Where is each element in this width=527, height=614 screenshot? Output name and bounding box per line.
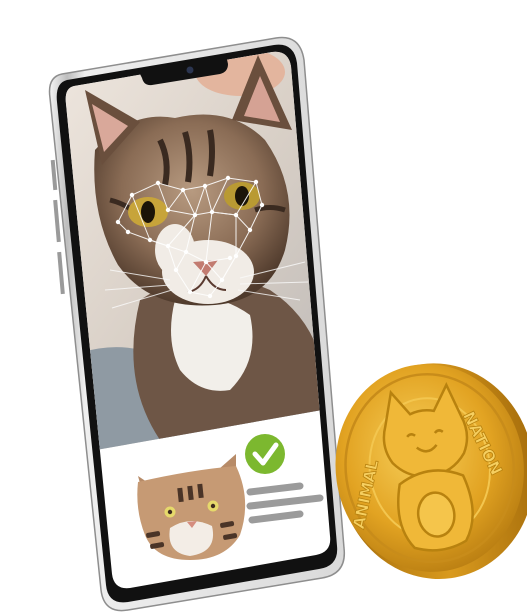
illustration: ANIMAL NATION — [48, 36, 527, 612]
camera-icon — [186, 66, 194, 74]
volume-button-2 — [53, 199, 61, 243]
volume-button-3 — [57, 251, 65, 295]
phone — [48, 36, 346, 612]
coin: ANIMAL NATION — [335, 363, 527, 579]
check-circle-icon — [245, 434, 285, 474]
